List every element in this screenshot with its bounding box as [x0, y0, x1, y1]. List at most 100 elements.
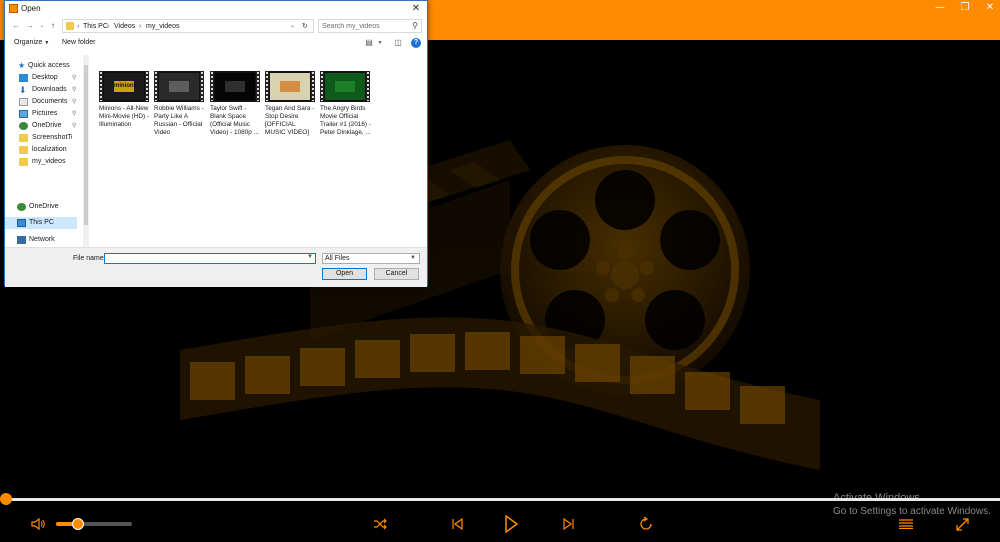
- thumbnail-detail: minions: [114, 81, 137, 92]
- organize-menu[interactable]: Organize ▼: [14, 39, 49, 46]
- folder-icon: [19, 146, 28, 154]
- organize-label: Organize: [14, 39, 43, 46]
- refresh-icon[interactable]: ↻: [302, 22, 308, 31]
- sidebar-item-onedrive-pinned[interactable]: OneDrive ⚲: [5, 120, 85, 132]
- file-name: Tegan And Sara - Stop Desire [OFFICIAL M…: [265, 105, 315, 136]
- open-button[interactable]: Open: [322, 268, 367, 280]
- sidebar-item-localization[interactable]: localization: [5, 144, 85, 156]
- file-list: minions Minions - All-New Mini-Movie (HD…: [95, 71, 425, 241]
- seek-handle[interactable]: [0, 493, 12, 505]
- app-icon: [9, 4, 18, 13]
- chevron-down-icon[interactable]: ▼: [375, 38, 385, 48]
- playlist-icon[interactable]: [898, 517, 914, 531]
- picture-icon: [19, 110, 28, 118]
- close-icon[interactable]: ✕: [970, 0, 1000, 16]
- chevron-down-icon: ▼: [410, 255, 416, 261]
- sidebar-item-pictures[interactable]: Pictures ⚲: [5, 108, 85, 120]
- sidebar-item-label: Network: [29, 236, 55, 243]
- sidebar-item-label: OneDrive: [32, 122, 62, 129]
- file-name-input[interactable]: [105, 254, 301, 263]
- volume-icon[interactable]: [30, 517, 46, 531]
- folder-icon: [66, 22, 74, 30]
- sidebar-item-screenshotto[interactable]: ScreenshotTo: [5, 132, 85, 144]
- thumbnail-image: [159, 73, 199, 100]
- recent-locations-chevron-icon[interactable]: ⌄: [37, 21, 47, 31]
- navigation-scrollbar[interactable]: [83, 55, 89, 247]
- up-arrow-icon[interactable]: ↑: [48, 21, 58, 31]
- document-icon: [19, 98, 28, 106]
- seek-bar[interactable]: [6, 498, 1000, 501]
- sidebar-item-documents[interactable]: Documents ⚲: [5, 96, 85, 108]
- sidebar-item-label: Desktop: [32, 74, 58, 81]
- file-name: Robbie Williams - Party Like A Russian -…: [154, 105, 204, 136]
- cancel-button[interactable]: Cancel: [374, 268, 419, 280]
- thumbnail-detail: [280, 81, 300, 92]
- pin-icon: ⚲: [72, 87, 77, 93]
- scrollbar-thumb[interactable]: [84, 65, 88, 225]
- sidebar-item-desktop[interactable]: Desktop ⚲: [5, 72, 85, 84]
- video-thumbnail: [210, 71, 260, 102]
- pin-icon: ⚲: [72, 99, 77, 105]
- repeat-icon[interactable]: [638, 516, 654, 532]
- sidebar-item-label: Downloads: [32, 86, 67, 93]
- breadcrumb-separator-icon: ›: [77, 23, 80, 30]
- play-icon[interactable]: [502, 514, 520, 534]
- breadcrumb-this-pc[interactable]: This PC: [83, 22, 108, 31]
- chevron-down-icon[interactable]: ▼: [307, 254, 313, 260]
- sidebar-item-my-videos[interactable]: my_videos: [5, 156, 85, 168]
- video-thumbnail: minions: [99, 71, 149, 102]
- sidebar-item-quick-access[interactable]: ★ Quick access: [5, 60, 85, 72]
- address-dropdown-chevron-icon[interactable]: ⌄: [290, 22, 295, 31]
- thumbnail-image: [215, 73, 255, 100]
- star-icon: ★: [18, 61, 26, 70]
- video-thumbnail: [265, 71, 315, 102]
- breadcrumb-videos[interactable]: Videos: [114, 22, 135, 31]
- forward-arrow-icon[interactable]: →: [25, 21, 35, 31]
- search-input[interactable]: [322, 21, 410, 31]
- volume-slider[interactable]: [56, 522, 132, 526]
- file-name: Taylor Swift - Blank Space (Official Mus…: [210, 105, 259, 136]
- dialog-title: Open: [21, 4, 41, 13]
- file-type-value: All Files: [325, 255, 350, 262]
- help-icon[interactable]: ?: [411, 38, 421, 48]
- dialog-footer: File name: ▼ All Files ▼ Open Cancel: [5, 247, 427, 287]
- pin-icon: ⚲: [72, 123, 77, 129]
- volume-handle[interactable]: [72, 518, 84, 530]
- download-icon: ⬇: [19, 85, 27, 95]
- video-thumbnail: [154, 71, 204, 102]
- new-folder-button[interactable]: New folder: [62, 39, 95, 46]
- thumbnail-detail: [225, 81, 245, 92]
- onedrive-icon: [17, 203, 26, 211]
- sidebar-item-network[interactable]: Network: [5, 234, 85, 246]
- sidebar-item-label: ScreenshotTo: [32, 134, 72, 141]
- sidebar-item-this-pc[interactable]: This PC: [5, 217, 77, 229]
- chevron-down-icon: ▼: [44, 40, 50, 46]
- network-icon: [17, 236, 26, 244]
- folder-icon: [19, 134, 28, 142]
- thumbnail-image: [270, 73, 310, 100]
- file-name: The Angry Birds Movie Official Trailer #…: [320, 105, 371, 136]
- sidebar-item-label: Documents: [32, 98, 68, 105]
- previous-icon[interactable]: [449, 517, 465, 531]
- sidebar-item-downloads[interactable]: ⬇ Downloads ⚲: [5, 84, 85, 96]
- back-arrow-icon[interactable]: ←: [11, 21, 21, 31]
- view-options-icon[interactable]: ▤: [364, 38, 374, 48]
- fullscreen-icon[interactable]: [954, 516, 970, 532]
- next-icon[interactable]: [561, 517, 577, 531]
- address-bar[interactable]: › This PC › Videos › my_videos ⌄ ↻: [62, 19, 314, 33]
- file-name-field[interactable]: ▼: [104, 253, 316, 264]
- close-icon[interactable]: ✕: [409, 2, 423, 16]
- sidebar-item-label: Pictures: [32, 110, 58, 117]
- onedrive-icon: [19, 122, 28, 130]
- search-box[interactable]: ⚲: [318, 19, 422, 33]
- video-player-window: — ❐ ✕ Go to Settings to activate Windows…: [0, 0, 1000, 542]
- shuffle-icon[interactable]: [372, 517, 388, 531]
- file-type-select[interactable]: All Files ▼: [322, 253, 420, 264]
- preview-pane-icon[interactable]: ◫: [393, 38, 403, 48]
- breadcrumb-separator-icon: ›: [107, 23, 110, 30]
- file-name-label: File name:: [73, 255, 106, 262]
- sidebar-item-label: This PC: [29, 219, 54, 226]
- file-name: Minions - All-New Mini-Movie (HD) - Illu…: [99, 105, 150, 128]
- breadcrumb-my-videos[interactable]: my_videos: [146, 22, 179, 31]
- sidebar-item-onedrive[interactable]: OneDrive: [5, 201, 85, 213]
